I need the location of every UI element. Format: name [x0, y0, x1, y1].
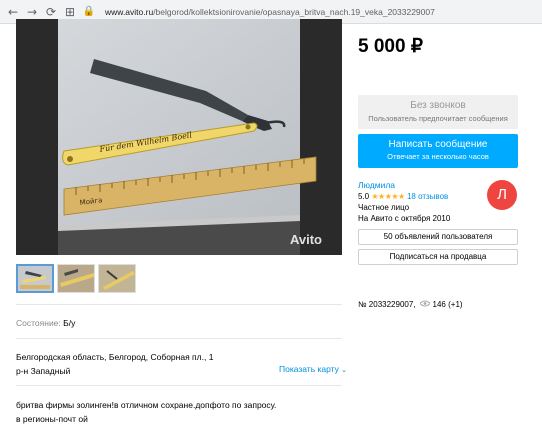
reload-icon[interactable]: ⟳	[44, 5, 58, 19]
divider	[16, 385, 342, 386]
razor-photo-illustration: Für dem Wilhelm Boell Мойга	[16, 19, 342, 255]
seller-since: На Авито с октября 2010	[358, 214, 451, 223]
seller-name-link[interactable]: Людмила	[358, 180, 450, 191]
description: бритва фирмы золинген!в отличном сохране…	[16, 398, 336, 426]
no-calls-subtitle: Пользователь предпочитает сообщения	[368, 114, 508, 123]
divider	[16, 338, 342, 339]
url-field[interactable]: www.avito.ru/belgorod/kollektsionirovani…	[105, 7, 435, 17]
item-number: № 2033229007,	[358, 300, 416, 309]
condition-row: Состояние: Б/у	[16, 318, 75, 328]
forward-arrow-icon[interactable]: →	[25, 5, 39, 19]
reviews-link[interactable]: 18 отзывов	[407, 192, 448, 201]
eye-icon	[418, 300, 431, 309]
price: 5 000 ₽	[358, 36, 423, 57]
rating-value: 5.0	[358, 192, 370, 201]
avito-watermark: Avito	[289, 232, 322, 247]
response-time-label: Отвечает за несколько часов	[387, 152, 489, 161]
user-listings-button[interactable]: 50 объявлений пользователя	[358, 229, 518, 245]
address-line: Белгородская область, Белгород, Соборная…	[16, 352, 214, 362]
seller-rating: 5.0 ★★★★★ 18 отзывов	[358, 191, 450, 202]
back-arrow-icon[interactable]: ←	[6, 5, 20, 19]
address-block: Белгородская область, Белгород, Соборная…	[16, 350, 213, 378]
district-line: р-н Западный	[16, 366, 71, 376]
write-message-label: Написать сообщение	[388, 139, 488, 150]
write-message-button[interactable]: Написать сообщение Отвечает за несколько…	[358, 134, 518, 168]
description-line: в регионы-почт ой	[16, 414, 88, 424]
subscribe-seller-button[interactable]: Подписаться на продавца	[358, 249, 518, 265]
no-calls-notice: Без звонков Пользователь предпочитает со…	[358, 95, 518, 129]
description-line: бритва фирмы золинген!в отличном сохране…	[16, 400, 277, 410]
views-count: 146 (+1)	[432, 300, 463, 309]
seller-type: Частное лицо	[358, 203, 410, 212]
condition-label: Состояние:	[16, 318, 61, 328]
thumbnail-strip	[16, 264, 136, 293]
condition-value: Б/у	[63, 318, 76, 328]
seller-info: Людмила 5.0 ★★★★★ 18 отзывов Частное лиц…	[358, 180, 450, 224]
thumbnail-1[interactable]	[16, 264, 54, 293]
main-photo[interactable]: Für dem Wilhelm Boell Мойга Avito	[16, 19, 342, 255]
thumbnail-2[interactable]	[57, 264, 95, 293]
lock-icon: 🔒	[82, 5, 96, 17]
show-map-link[interactable]: Показать карту ⌄	[279, 364, 347, 374]
apps-grid-icon[interactable]: ⊞	[63, 5, 77, 19]
seller-avatar[interactable]: Л	[487, 180, 517, 210]
no-calls-title: Без звонков	[410, 100, 466, 111]
divider	[16, 304, 342, 305]
page: ← → ⟳ ⊞ 🔒 www.avito.ru/belgorod/kollekts…	[0, 0, 542, 429]
rating-stars-icon: ★★★★★	[371, 192, 405, 201]
thumbnail-3[interactable]	[98, 264, 136, 293]
item-meta: № 2033229007, 146 (+1)	[358, 300, 463, 309]
chevron-down-icon: ⌄	[338, 366, 348, 374]
